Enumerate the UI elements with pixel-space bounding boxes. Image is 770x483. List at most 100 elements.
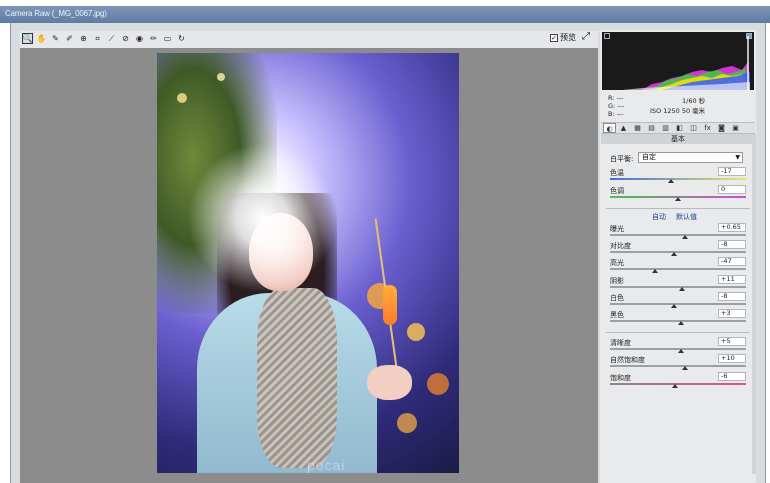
photo-hand: [367, 365, 412, 400]
temperature-slider-track[interactable]: [610, 178, 746, 180]
fullscreen-toggle-icon[interactable]: ⤢: [582, 31, 594, 43]
exposure-slider-track[interactable]: [610, 234, 746, 236]
rgb-r: R: ---: [608, 94, 624, 102]
contrast-label: 对比度: [610, 242, 631, 250]
panel-tab-6[interactable]: ◫: [687, 123, 700, 133]
exposure-label: 曝光: [610, 225, 624, 233]
photo-scarf: [257, 288, 337, 468]
panel-tab-9[interactable]: ▣: [729, 123, 742, 133]
tint-slider-thumb[interactable]: [675, 197, 681, 201]
exposure-value-field[interactable]: +0.65: [718, 223, 746, 232]
tool-bar: 🔍 ✋ ✎ ✐ ⊕ ⌗ ⟋ ⊘ ◉ ✏ ▭ ↻: [20, 31, 598, 48]
exposure-slider-thumb[interactable]: [681, 235, 688, 239]
chevron-down-icon: ▼: [735, 154, 740, 161]
temperature-slider-thumb[interactable]: [668, 179, 675, 183]
photo-watermark: pocai: [307, 457, 346, 473]
rgb-readout: R: --- G: --- B: ---: [608, 94, 624, 118]
graduated-filter-icon[interactable]: ▭: [162, 33, 173, 44]
clarity-label: 清晰度: [610, 339, 631, 347]
auto-link[interactable]: 自动: [652, 212, 666, 222]
target-adjustment-tool-icon[interactable]: ⊕: [78, 33, 89, 44]
default-link[interactable]: 默认值: [676, 212, 697, 222]
whites-slider-thumb[interactable]: [670, 304, 677, 308]
clarity-value-field[interactable]: +5: [718, 337, 746, 346]
panel-tab-4[interactable]: ▥: [659, 123, 672, 133]
white-balance-select[interactable]: 自定 ▼: [638, 152, 743, 163]
window-titlebar: Camera Raw (_MG_0067.jpg): [0, 6, 770, 23]
panel-tab-7[interactable]: fx: [701, 123, 714, 133]
highlights-slider-track[interactable]: [610, 268, 746, 270]
saturation-slider-thumb[interactable]: [672, 384, 679, 388]
blacks-label: 黑色: [610, 311, 624, 319]
vibrance-slider-thumb[interactable]: [681, 366, 688, 370]
bokeh-light: [407, 323, 425, 341]
hand-tool-icon[interactable]: ✋: [36, 33, 47, 44]
vibrance-label: 自然饱和度: [610, 356, 645, 364]
preview-checkbox[interactable]: ✓ 预览: [550, 32, 576, 43]
bokeh-light: [427, 373, 449, 395]
histogram-graph: [622, 36, 750, 90]
red-eye-tool-icon[interactable]: ◉: [134, 33, 145, 44]
preview-label: 预览: [560, 33, 576, 42]
blacks-slider-thumb[interactable]: [677, 321, 684, 325]
auto-default-links: 自动 默认值: [652, 212, 697, 222]
color-sampler-tool-icon[interactable]: ✐: [64, 33, 75, 44]
panel-scrollbar[interactable]: [752, 134, 756, 474]
highlights-value-field[interactable]: -47: [718, 257, 746, 266]
window-title: Camera Raw (_MG_0067.jpg): [5, 9, 107, 18]
photo-preview[interactable]: pocai: [157, 53, 459, 473]
highlights-slider-thumb[interactable]: [651, 269, 658, 273]
contrast-value-field[interactable]: -8: [718, 240, 746, 249]
whites-label: 白色: [610, 294, 624, 302]
panel-tab-1[interactable]: ▲: [617, 123, 630, 133]
tint-value-field[interactable]: 0: [718, 185, 746, 194]
spot-removal-tool-icon[interactable]: ⊘: [120, 33, 131, 44]
shadows-label: 阴影: [610, 277, 624, 285]
saturation-value-field[interactable]: -6: [718, 372, 746, 381]
zoom-tool-icon[interactable]: 🔍: [22, 33, 33, 44]
clarity-slider-thumb[interactable]: [677, 349, 684, 353]
whites-value-field[interactable]: -8: [718, 292, 746, 301]
whites-slider-track[interactable]: [610, 303, 746, 305]
preview-checkbox-box[interactable]: ✓: [550, 33, 558, 42]
bokeh-light: [217, 73, 225, 81]
panel-tab-3[interactable]: ▤: [645, 123, 658, 133]
vibrance-value-field[interactable]: +10: [718, 354, 746, 363]
rgb-b: B: ---: [608, 110, 624, 118]
crop-tool-icon[interactable]: ⌗: [92, 33, 103, 44]
white-balance-value: 自定: [642, 153, 656, 161]
divider: [606, 208, 750, 209]
shutter-speed: 1/60 秒: [682, 97, 706, 105]
bokeh-light: [177, 93, 187, 103]
highlights-label: 高光: [610, 259, 624, 267]
temperature-label: 色温: [610, 169, 624, 177]
tint-label: 色调: [610, 187, 624, 195]
panel-tab-5[interactable]: ◧: [673, 123, 686, 133]
panel-tab-2[interactable]: ▦: [631, 123, 644, 133]
saturation-label: 饱和度: [610, 374, 631, 382]
temperature-value-field[interactable]: -17: [718, 167, 746, 176]
white-balance-row: 白平衡: 自定 ▼: [610, 152, 746, 164]
rotate-icon[interactable]: ↻: [176, 33, 187, 44]
panel-tab-8[interactable]: ◙: [715, 123, 728, 133]
photo-candy: [383, 285, 397, 325]
white-balance-label: 白平衡:: [610, 155, 634, 163]
shadows-slider-track[interactable]: [610, 286, 746, 288]
section-title: 基本: [601, 134, 755, 144]
shadows-value-field[interactable]: +11: [718, 275, 746, 284]
panel-tab-0[interactable]: ◐: [603, 123, 616, 133]
iso-focal: ISO 1250 50 毫米: [650, 107, 706, 115]
divider: [606, 332, 750, 333]
blacks-value-field[interactable]: +3: [718, 309, 746, 318]
white-balance-tool-icon[interactable]: ✎: [50, 33, 61, 44]
image-info: R: --- G: --- B: --- 1/60 秒 ISO 1250 50 …: [602, 92, 754, 120]
contrast-slider-track[interactable]: [610, 251, 746, 253]
straighten-tool-icon[interactable]: ⟋: [106, 33, 117, 44]
vibrance-slider-track[interactable]: [610, 365, 746, 367]
shadows-slider-thumb[interactable]: [679, 287, 686, 291]
histogram: [602, 32, 754, 90]
bokeh-light: [397, 413, 417, 433]
contrast-slider-thumb[interactable]: [670, 252, 677, 256]
adjustment-brush-icon[interactable]: ✏: [148, 33, 159, 44]
rgb-g: G: ---: [608, 102, 625, 110]
